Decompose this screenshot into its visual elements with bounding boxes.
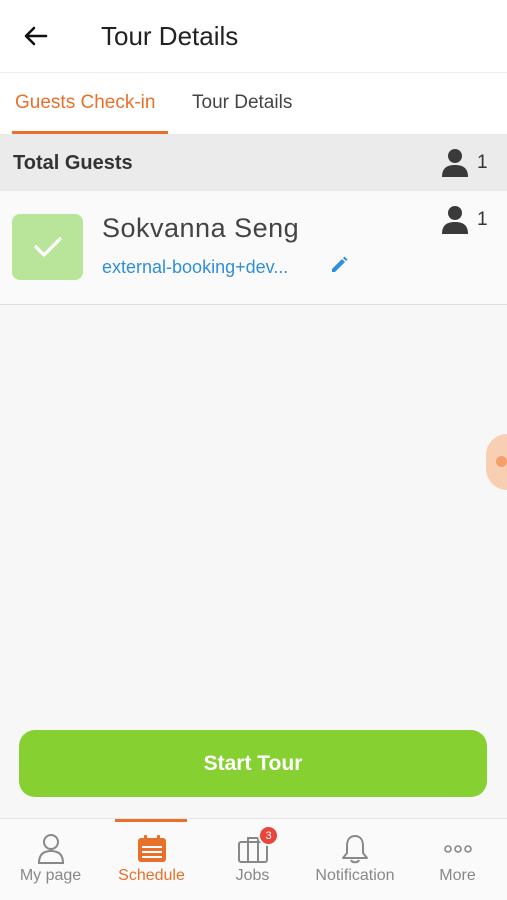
nav-label: My page [19,867,82,884]
nav-my-page[interactable]: My page [0,819,101,900]
app-bar: Tour Details [0,0,507,72]
tab-bar: Guests Check-in Tour Details [0,72,507,134]
start-tour-button[interactable]: Start Tour [19,730,487,797]
back-button[interactable] [20,20,52,52]
total-guests-row: Total Guests 1 [0,134,507,191]
more-icon [440,831,476,867]
calendar-icon [134,831,170,867]
nav-jobs[interactable]: Jobs [202,819,303,900]
guest-email-link[interactable]: external-booking+dev... [102,257,288,278]
tab-guests-check-in[interactable]: Guests Check-in [15,91,155,115]
nav-label: Notification [315,867,395,884]
jobs-count-badge: 3 [258,825,279,846]
nav-label: Schedule [118,867,185,884]
tab-tour-details[interactable]: Tour Details [192,91,292,115]
guest-count: 1 [441,205,488,235]
guest-name: Sokvanna Seng [102,213,300,243]
arrow-left-icon [24,26,48,46]
total-count-value: 1 [477,152,488,173]
bell-icon [337,831,373,867]
nav-label: More [439,867,476,884]
total-guests-count: 1 [441,148,488,178]
bottom-navigation: My page Schedule Jobs 3 Notification Mor… [0,818,507,900]
nav-notification[interactable]: Notification [303,819,407,900]
nav-more[interactable]: More [407,819,507,900]
nav-schedule[interactable]: Schedule [101,819,202,900]
person-icon [442,206,468,234]
person-icon [442,149,468,177]
check-in-checkbox[interactable] [12,214,83,280]
pencil-icon[interactable] [329,255,349,275]
page-title: Tour Details [101,21,239,51]
nav-label: Jobs [235,867,270,884]
total-guests-label: Total Guests [13,152,133,174]
guest-count-value: 1 [477,209,488,230]
handle-dot [496,456,507,467]
checkmark-icon [33,237,62,257]
user-icon [33,831,69,867]
guest-list-item[interactable]: Sokvanna Seng external-booking+dev... 1 [0,191,507,305]
floating-assistive-handle[interactable] [486,434,507,490]
